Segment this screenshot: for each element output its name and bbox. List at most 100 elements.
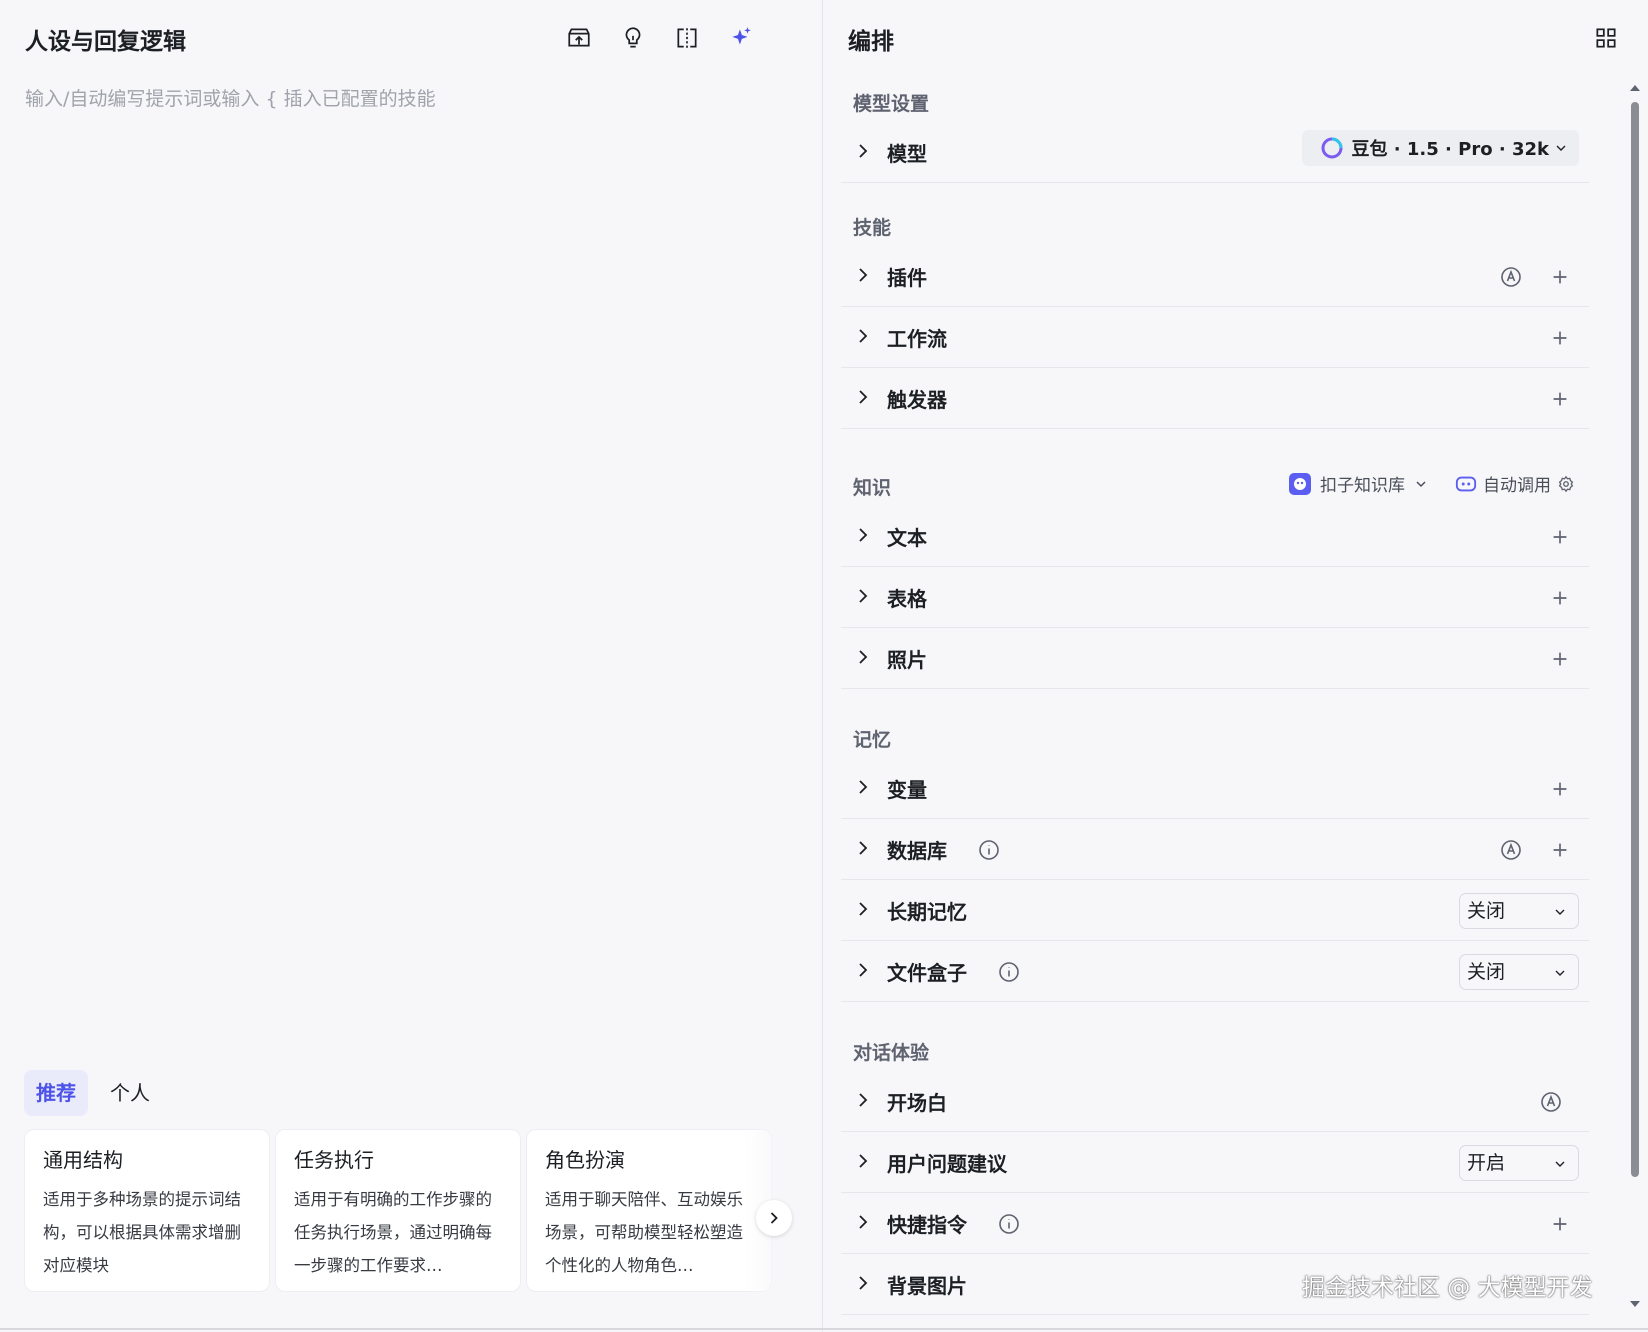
section-dialog: 对话体验 xyxy=(853,1042,930,1064)
add-icon[interactable] xyxy=(1549,266,1571,288)
chevron-right-icon xyxy=(859,268,868,282)
row-shortcuts[interactable]: 快捷指令 xyxy=(841,1193,1589,1254)
row-long-term-memory[interactable]: 长期记忆 关闭 xyxy=(841,880,1589,941)
row-label: 工作流 xyxy=(887,327,947,351)
template-card-roleplay[interactable]: 角色扮演 适用于聊天陪伴、互动娱乐场景，可帮助模型轻松塑造个性化的人物角色… xyxy=(526,1129,772,1292)
scrollbar-thumb[interactable] xyxy=(1631,102,1639,1177)
add-icon[interactable] xyxy=(1549,1213,1571,1235)
row-label: 文件盒子 xyxy=(887,961,967,985)
layout-grid-icon[interactable] xyxy=(1588,20,1624,56)
chevron-right-icon xyxy=(859,1093,868,1107)
select-value: 关闭 xyxy=(1467,900,1506,922)
add-icon[interactable] xyxy=(1549,587,1571,609)
add-icon[interactable] xyxy=(1549,526,1571,548)
template-card-general[interactable]: 通用结构 适用于多种场景的提示词结构，可以根据具体需求增删对应模块 xyxy=(24,1129,270,1292)
watermark: 掘金技术社区 @ 大模型开发 xyxy=(1302,1275,1593,1301)
file-box-select[interactable]: 关闭 xyxy=(1459,954,1579,990)
chevron-right-icon xyxy=(859,329,868,343)
long-term-memory-select[interactable]: 关闭 xyxy=(1459,893,1579,929)
card-description: 适用于有明确的工作步骤的任务执行场景，通过明确每一步骤的工作要求… xyxy=(294,1190,492,1275)
row-file-box[interactable]: 文件盒子 关闭 xyxy=(841,941,1589,1002)
knowledge-source-label: 扣子知识库 xyxy=(1320,476,1405,496)
add-icon[interactable] xyxy=(1549,778,1571,800)
chevron-right-icon xyxy=(859,963,868,977)
template-card-task[interactable]: 任务执行 适用于有明确的工作步骤的任务执行场景，通过明确每一步骤的工作要求… xyxy=(275,1129,521,1292)
scroll-down-icon[interactable] xyxy=(1627,1296,1643,1312)
chevron-right-icon xyxy=(859,841,868,855)
row-opening-message[interactable]: 开场白 xyxy=(841,1071,1589,1132)
orchestration-panel: 编排 模型设置 模型 豆包 · 1.5 · Pro · 32k 技能 插件 工作… xyxy=(823,0,1648,1332)
section-model: 模型设置 xyxy=(853,93,930,115)
row-question-suggestions[interactable]: 用户问题建议 开启 xyxy=(841,1132,1589,1193)
chevron-right-icon xyxy=(859,589,868,603)
scroll-up-icon[interactable] xyxy=(1627,80,1643,96)
row-workflow[interactable]: 工作流 xyxy=(841,307,1589,368)
gear-icon[interactable] xyxy=(1557,475,1575,493)
row-label: 照片 xyxy=(887,648,927,672)
chevron-right-icon xyxy=(770,1212,778,1224)
archive-upload-icon[interactable] xyxy=(561,20,597,56)
orchestration-scrollbar[interactable] xyxy=(1627,74,1643,1314)
add-icon[interactable] xyxy=(1549,839,1571,861)
chevron-right-icon xyxy=(859,1215,868,1229)
chevron-down-icon xyxy=(1555,1161,1565,1167)
row-plugins[interactable]: 插件 xyxy=(841,246,1589,307)
row-variables[interactable]: 变量 xyxy=(841,758,1589,819)
row-label: 背景图片 xyxy=(887,1274,967,1298)
select-value: 关闭 xyxy=(1467,961,1506,983)
prompt-panel: 人设与回复逻辑 输入/自动编写提示词或输入 { 插入已配置的技能 推荐 个人 通… xyxy=(0,0,822,1332)
cards-next-button[interactable] xyxy=(756,1200,792,1236)
info-icon[interactable] xyxy=(977,838,1001,862)
row-label: 变量 xyxy=(887,778,927,802)
suggestions-select[interactable]: 开启 xyxy=(1459,1145,1579,1181)
chevron-right-icon xyxy=(859,1154,868,1168)
row-text[interactable]: 文本 xyxy=(841,506,1589,567)
auto-mode-icon[interactable] xyxy=(1539,1090,1563,1114)
auto-mode-icon[interactable] xyxy=(1499,838,1523,862)
card-description: 适用于多种场景的提示词结构，可以根据具体需求增删对应模块 xyxy=(43,1190,241,1275)
split-view-icon[interactable] xyxy=(669,20,705,56)
knowledge-auto-call[interactable]: 自动调用 xyxy=(1455,471,1575,496)
info-icon[interactable] xyxy=(997,960,1021,984)
auto-mode-icon[interactable] xyxy=(1499,265,1523,289)
row-label: 开场白 xyxy=(887,1091,947,1115)
row-model[interactable]: 模型 豆包 · 1.5 · Pro · 32k xyxy=(841,122,1589,183)
tab-recommended[interactable]: 推荐 xyxy=(24,1070,88,1116)
chevron-right-icon xyxy=(859,650,868,664)
info-icon[interactable] xyxy=(997,1212,1021,1236)
add-icon[interactable] xyxy=(1549,327,1571,349)
row-photos[interactable]: 照片 xyxy=(841,628,1589,689)
row-label: 用户问题建议 xyxy=(887,1152,1007,1176)
card-description: 适用于聊天陪伴、互动娱乐场景，可帮助模型轻松塑造个性化的人物角色… xyxy=(545,1190,743,1275)
knowledge-source-selector[interactable]: 扣子知识库 xyxy=(1288,471,1429,496)
orchestration-title: 编排 xyxy=(848,29,894,55)
coze-logo-icon xyxy=(1289,472,1311,495)
row-label: 数据库 xyxy=(887,839,947,863)
chevron-down-icon xyxy=(1416,480,1426,487)
knowledge-auto-label: 自动调用 xyxy=(1483,476,1551,496)
section-knowledge: 知识 xyxy=(853,477,892,499)
add-icon[interactable] xyxy=(1549,388,1571,410)
row-table[interactable]: 表格 xyxy=(841,567,1589,628)
row-database[interactable]: 数据库 xyxy=(841,819,1589,880)
row-label: 长期记忆 xyxy=(887,900,967,924)
prompt-input[interactable]: 输入/自动编写提示词或输入 { 插入已配置的技能 xyxy=(25,84,436,111)
model-name: 豆包 · 1.5 · Pro · 32k xyxy=(1351,139,1549,160)
row-triggers[interactable]: 触发器 xyxy=(841,368,1589,429)
chevron-right-icon xyxy=(859,902,868,916)
add-icon[interactable] xyxy=(1549,648,1571,670)
sparkle-icon[interactable] xyxy=(723,20,759,56)
row-label: 表格 xyxy=(887,587,927,611)
robot-icon xyxy=(1455,476,1477,491)
row-label: 插件 xyxy=(887,266,927,290)
template-tabs: 推荐 个人 xyxy=(24,1070,162,1116)
card-title: 任务执行 xyxy=(294,1148,374,1172)
model-selector[interactable]: 豆包 · 1.5 · Pro · 32k xyxy=(1301,130,1579,166)
row-label: 快捷指令 xyxy=(887,1213,967,1237)
prompt-panel-title: 人设与回复逻辑 xyxy=(25,29,186,55)
chevron-right-icon xyxy=(859,144,868,158)
chevron-right-icon xyxy=(859,390,868,404)
tab-personal[interactable]: 个人 xyxy=(98,1070,162,1116)
doubao-logo-icon xyxy=(1321,137,1343,159)
lightbulb-icon[interactable] xyxy=(615,20,651,56)
